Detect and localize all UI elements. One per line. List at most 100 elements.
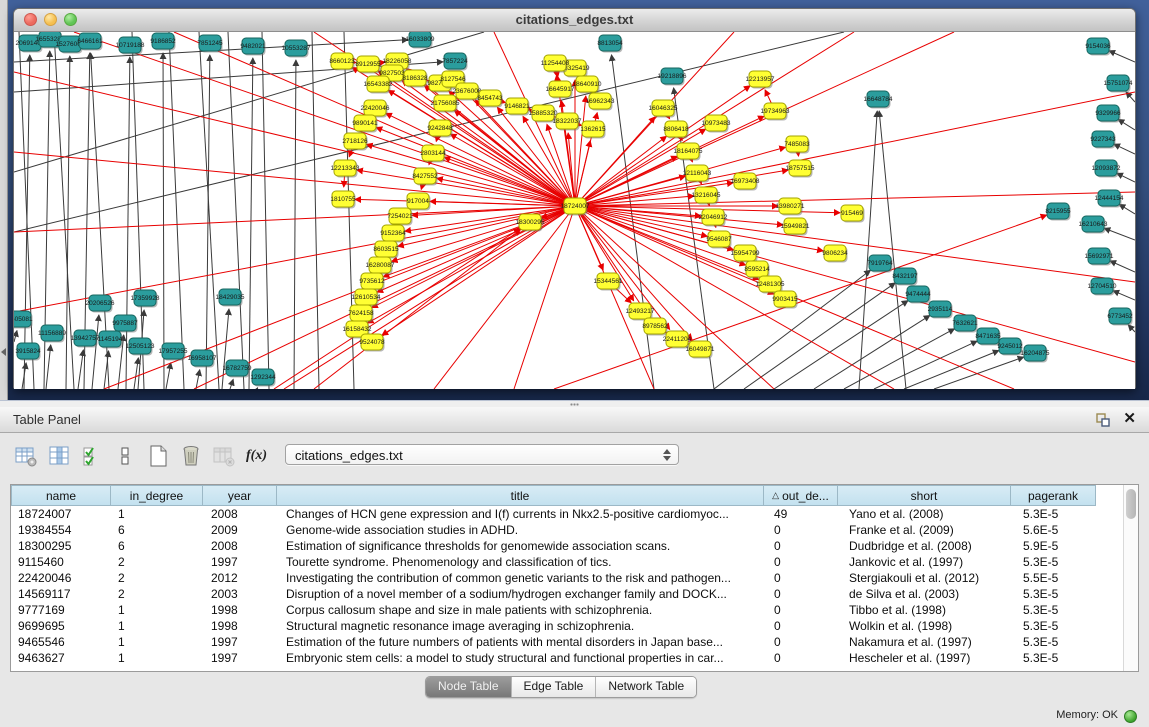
cell-name[interactable]: 9699695 bbox=[11, 618, 111, 634]
cell-short[interactable]: Nakamura et al. (1997) bbox=[842, 634, 1016, 650]
network-node[interactable]: 8978562 bbox=[642, 318, 668, 336]
tab-network-table[interactable]: Network Table bbox=[595, 677, 696, 697]
cell-out_de[interactable]: 0 bbox=[767, 522, 842, 538]
cell-out_de[interactable]: 49 bbox=[767, 506, 842, 522]
cell-pagerank[interactable]: 5.9E-5 bbox=[1016, 538, 1102, 554]
network-node[interactable]: 9146821 bbox=[504, 98, 530, 116]
network-node[interactable]: 9806234 bbox=[822, 245, 848, 263]
network-graph[interactable]: 1872400786601238912955182260589827503165… bbox=[14, 32, 1135, 389]
cell-out_de[interactable]: 0 bbox=[767, 650, 842, 666]
cell-title[interactable]: Corpus callosum shape and size in male p… bbox=[279, 602, 767, 618]
cell-pagerank[interactable]: 5.6E-5 bbox=[1016, 522, 1102, 538]
network-node[interactable]: 10719188 bbox=[116, 37, 145, 55]
column-header-in_degree[interactable]: in_degree bbox=[110, 485, 203, 506]
network-node[interactable]: 17359928 bbox=[131, 290, 160, 308]
cell-name[interactable]: 9777169 bbox=[11, 602, 111, 618]
cell-short[interactable]: de Silva et al. (2003) bbox=[842, 586, 1016, 602]
table-selector-dropdown[interactable]: citations_edges.txt bbox=[285, 444, 679, 465]
network-node[interactable]: 9329966 bbox=[1095, 105, 1121, 123]
cell-pagerank[interactable]: 5.3E-5 bbox=[1016, 554, 1102, 570]
network-node[interactable]: 9975887 bbox=[112, 315, 138, 333]
cell-name[interactable]: 14569117 bbox=[11, 586, 111, 602]
cell-year[interactable]: 1997 bbox=[204, 634, 279, 650]
cell-out_de[interactable]: 0 bbox=[767, 602, 842, 618]
network-node[interactable]: 10553287 bbox=[282, 40, 311, 58]
cell-year[interactable]: 1997 bbox=[204, 650, 279, 666]
cell-in_degree[interactable]: 2 bbox=[111, 586, 204, 602]
cell-year[interactable]: 2003 bbox=[204, 586, 279, 602]
cell-name[interactable]: 22420046 bbox=[11, 570, 111, 586]
table-row[interactable]: 2242004622012Investigating the contribut… bbox=[11, 570, 1123, 586]
table-row[interactable]: 1830029562008Estimation of significance … bbox=[11, 538, 1123, 554]
network-node[interactable]: 8186328 bbox=[402, 70, 428, 88]
network-node[interactable]: 18429035 bbox=[216, 289, 245, 307]
network-node[interactable]: 16782759 bbox=[223, 360, 252, 378]
network-node[interactable]: 16280087 bbox=[366, 257, 395, 275]
network-node[interactable]: 6773452 bbox=[1107, 308, 1133, 326]
left-panel-splitter[interactable] bbox=[0, 0, 8, 400]
network-node[interactable]: 7632621 bbox=[952, 315, 978, 333]
network-node[interactable]: 8912955 bbox=[355, 56, 381, 74]
cell-in_degree[interactable]: 6 bbox=[111, 522, 204, 538]
network-node[interactable]: 1810755 bbox=[330, 191, 356, 209]
cell-short[interactable]: Wolkin et al. (1998) bbox=[842, 618, 1016, 634]
cell-short[interactable]: Dudbridge et al. (2008) bbox=[842, 538, 1016, 554]
network-node[interactable]: 20206526 bbox=[86, 295, 115, 313]
network-node[interactable]: 8427552 bbox=[412, 168, 438, 186]
cell-pagerank[interactable]: 5.3E-5 bbox=[1016, 650, 1102, 666]
network-node[interactable]: 12093872 bbox=[1092, 160, 1121, 178]
cell-year[interactable]: 2012 bbox=[204, 570, 279, 586]
select-rows-icon[interactable] bbox=[78, 443, 105, 470]
network-node[interactable]: 8505081 bbox=[14, 311, 33, 329]
cell-name[interactable]: 18300295 bbox=[11, 538, 111, 554]
cell-pagerank[interactable]: 5.3E-5 bbox=[1016, 634, 1102, 650]
network-node[interactable]: 19734963 bbox=[761, 103, 790, 121]
table-row[interactable]: 969969511998Structural magnetic resonanc… bbox=[11, 618, 1123, 634]
network-node[interactable]: 15954799 bbox=[731, 245, 760, 263]
cell-short[interactable]: Hescheler et al. (1997) bbox=[842, 650, 1016, 666]
column-header-out_de[interactable]: △out_de... bbox=[763, 485, 838, 506]
cell-title[interactable]: Structural magnetic resonance image aver… bbox=[279, 618, 767, 634]
vertical-scrollbar[interactable] bbox=[1123, 485, 1138, 671]
network-node[interactable]: 16958107 bbox=[188, 350, 217, 368]
network-node[interactable]: 2935114 bbox=[928, 301, 953, 319]
show-columns-icon[interactable] bbox=[45, 443, 72, 470]
cell-title[interactable]: Disruption of a novel member of a sodium… bbox=[279, 586, 767, 602]
column-header-year[interactable]: year bbox=[202, 485, 277, 506]
network-node[interactable]: 13942757 bbox=[71, 330, 100, 348]
network-node[interactable]: 1292344 bbox=[250, 369, 276, 387]
cell-pagerank[interactable]: 5.5E-5 bbox=[1016, 570, 1102, 586]
table-row[interactable]: 946554611997Estimation of the future num… bbox=[11, 634, 1123, 650]
column-header-name[interactable]: name bbox=[11, 485, 111, 506]
cell-year[interactable]: 2008 bbox=[204, 506, 279, 522]
cell-short[interactable]: Tibbo et al. (1998) bbox=[842, 602, 1016, 618]
network-node[interactable]: 9152364 bbox=[380, 225, 406, 243]
table-row[interactable]: 1872400712008Changes of HCN gene express… bbox=[11, 506, 1123, 522]
cell-short[interactable]: Stergiakouli et al. (2012) bbox=[842, 570, 1016, 586]
network-node[interactable]: 16046325 bbox=[649, 100, 678, 118]
network-node[interactable]: 17957255 bbox=[159, 343, 188, 361]
network-node[interactable]: 2718126 bbox=[342, 133, 368, 151]
network-node[interactable]: 16973408 bbox=[731, 173, 760, 191]
network-node[interactable]: 12444154 bbox=[1095, 190, 1124, 208]
network-node[interactable]: 16543382 bbox=[364, 76, 393, 94]
network-node[interactable]: 9890141 bbox=[352, 115, 378, 133]
window-titlebar[interactable]: citations_edges.txt bbox=[14, 9, 1135, 32]
network-node[interactable]: 22046912 bbox=[699, 209, 728, 227]
table-row[interactable]: 1456911722003Disruption of a novel membe… bbox=[11, 586, 1123, 602]
cell-in_degree[interactable]: 1 bbox=[111, 602, 204, 618]
new-table-icon[interactable] bbox=[144, 443, 171, 470]
cell-in_degree[interactable]: 1 bbox=[111, 618, 204, 634]
network-node[interactable]: 11254408 bbox=[541, 55, 570, 73]
network-node[interactable]: 3915824 bbox=[15, 343, 41, 361]
network-node[interactable]: 7485083 bbox=[784, 136, 810, 154]
network-node[interactable]: 9227343 bbox=[1090, 131, 1116, 149]
cell-pagerank[interactable]: 5.3E-5 bbox=[1016, 586, 1102, 602]
float-panel-icon[interactable] bbox=[1095, 412, 1111, 428]
network-node[interactable]: 7254021 bbox=[387, 208, 413, 226]
cell-year[interactable]: 1997 bbox=[204, 554, 279, 570]
network-node[interactable]: 21756085 bbox=[431, 95, 460, 113]
tab-edge-table[interactable]: Edge Table bbox=[511, 677, 596, 697]
column-header-pagerank[interactable]: pagerank bbox=[1010, 485, 1096, 506]
splitter-grip-icon[interactable] bbox=[570, 403, 579, 406]
